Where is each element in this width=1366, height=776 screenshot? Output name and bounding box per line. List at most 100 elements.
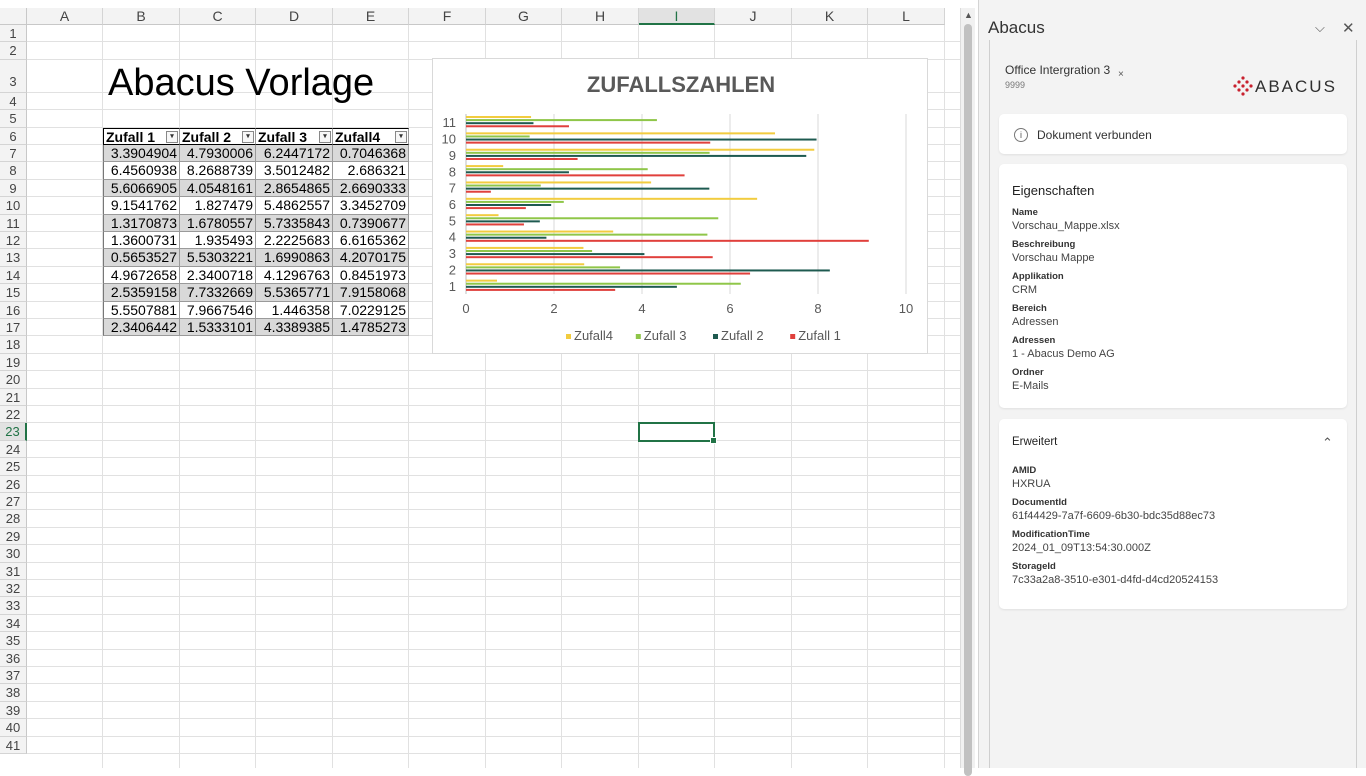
table-header-cell[interactable]: Zufall 1 ▾ — [103, 127, 180, 145]
row-header-27[interactable]: 27 — [0, 493, 27, 511]
table-cell[interactable]: 1.5333101 — [180, 319, 256, 337]
row-header-33[interactable]: 33 — [0, 597, 27, 615]
row-header-13[interactable]: 13 — [0, 249, 27, 267]
column-header-D[interactable]: D — [256, 8, 333, 25]
row-header-24[interactable]: 24 — [0, 440, 27, 459]
table-cell[interactable]: 1.3600731 — [103, 232, 180, 250]
selected-cell[interactable] — [638, 422, 717, 445]
table-cell[interactable]: 3.5012482 — [256, 162, 333, 180]
row-header-21[interactable]: 21 — [0, 388, 27, 406]
row-header-39[interactable]: 39 — [0, 701, 27, 720]
row-header-37[interactable]: 37 — [0, 667, 27, 685]
row-header-29[interactable]: 29 — [0, 527, 27, 546]
table-cell[interactable]: 6.6165362 — [333, 232, 409, 250]
table-cell[interactable]: 4.1296763 — [256, 266, 333, 285]
bar-chart[interactable]: ZUFALLSZAHLEN 0 2 4 6 8 10 1 2 3 4 5 6 7 8 9 10 11 Zufall4… — [432, 58, 928, 354]
scroll-thumb[interactable] — [964, 24, 972, 776]
spreadsheet-grid[interactable]: ABCDEFGHIJKL 1 2 3 4 5 6 7 8 9 10 11 12 13 14 15 16 17 18… — [0, 0, 960, 768]
table-cell[interactable]: 4.7930006 — [180, 145, 256, 163]
row-header-22[interactable]: 22 — [0, 406, 27, 424]
table-cell[interactable]: 3.3452709 — [333, 197, 409, 215]
row-header-31[interactable]: 31 — [0, 562, 27, 580]
table-cell[interactable]: 8.2688739 — [180, 162, 256, 180]
table-cell[interactable]: 1.6990863 — [256, 249, 333, 267]
column-header-I[interactable]: I — [639, 8, 715, 25]
column-header-F[interactable]: F — [409, 8, 486, 25]
table-cell[interactable]: 2.6690333 — [333, 179, 409, 198]
sheet-title[interactable]: Abacus Vorlage — [108, 62, 374, 105]
row-header-3[interactable]: 3 — [0, 59, 27, 93]
table-cell[interactable]: 4.0548161 — [180, 179, 256, 198]
table-cell[interactable]: 7.9667546 — [180, 301, 256, 319]
filter-dropdown-icon[interactable]: ▾ — [319, 130, 331, 143]
table-cell[interactable]: 6.2447172 — [256, 145, 333, 163]
close-icon[interactable]: ✕ — [1342, 19, 1355, 37]
scroll-up-icon[interactable]: ▲ — [964, 10, 973, 20]
row-header-23[interactable]: 23 — [0, 423, 27, 441]
column-header-A[interactable]: A — [27, 8, 103, 25]
row-header-14[interactable]: 14 — [0, 266, 27, 285]
table-cell[interactable]: 7.7332669 — [180, 284, 256, 302]
row-header-15[interactable]: 15 — [0, 284, 27, 302]
row-header-5[interactable]: 5 — [0, 110, 27, 128]
row-header-16[interactable]: 16 — [0, 301, 27, 319]
row-header-38[interactable]: 38 — [0, 684, 27, 702]
row-header-19[interactable]: 19 — [0, 353, 27, 372]
table-cell[interactable]: 2.5359158 — [103, 284, 180, 302]
chevron-down-icon[interactable]: ⌵ — [1315, 20, 1325, 36]
filter-dropdown-icon[interactable]: ▾ — [166, 130, 178, 143]
table-cell[interactable]: 4.3389385 — [256, 319, 333, 337]
table-cell[interactable]: 1.935493 — [180, 232, 256, 250]
table-cell[interactable]: 1.3170873 — [103, 214, 180, 232]
column-header-J[interactable]: J — [715, 8, 792, 25]
row-header-41[interactable]: 41 — [0, 736, 27, 754]
column-header-L[interactable]: L — [868, 8, 945, 25]
row-header-36[interactable]: 36 — [0, 649, 27, 667]
table-cell[interactable]: 2.3406442 — [103, 319, 180, 337]
table-cell[interactable]: 0.7390677 — [333, 214, 409, 232]
table-cell[interactable]: 5.5507881 — [103, 301, 180, 319]
table-cell[interactable]: 5.5303221 — [180, 249, 256, 267]
table-cell[interactable]: 6.4560938 — [103, 162, 180, 180]
row-header-20[interactable]: 20 — [0, 371, 27, 389]
row-header-18[interactable]: 18 — [0, 336, 27, 354]
column-header-K[interactable]: K — [792, 8, 868, 25]
table-cell[interactable]: 7.0229125 — [333, 301, 409, 319]
table-header-cell[interactable]: Zufall 2 ▾ — [180, 127, 256, 145]
row-header-17[interactable]: 17 — [0, 319, 27, 337]
row-header-10[interactable]: 10 — [0, 197, 27, 215]
row-header-12[interactable]: 12 — [0, 232, 27, 250]
row-header-34[interactable]: 34 — [0, 614, 27, 633]
row-header-6[interactable]: 6 — [0, 127, 27, 145]
table-cell[interactable]: 0.8451973 — [333, 266, 409, 285]
row-header-25[interactable]: 25 — [0, 458, 27, 476]
table-cell[interactable]: 0.7046368 — [333, 145, 409, 163]
table-header-cell[interactable]: Zufall 3 ▾ — [256, 127, 333, 145]
table-cell[interactable]: 4.2070175 — [333, 249, 409, 267]
document-close-button[interactable]: × — [1118, 69, 1124, 80]
row-header-32[interactable]: 32 — [0, 580, 27, 598]
table-cell[interactable]: 4.9672658 — [103, 266, 180, 285]
column-header-C[interactable]: C — [180, 8, 256, 25]
row-header-1[interactable]: 1 — [0, 25, 27, 43]
table-cell[interactable]: 2.8654865 — [256, 179, 333, 198]
table-cell[interactable]: 5.5365771 — [256, 284, 333, 302]
filter-dropdown-icon[interactable]: ▾ — [395, 130, 407, 143]
table-cell[interactable]: 0.5653527 — [103, 249, 180, 267]
table-header-cell[interactable]: Zufall4 ▾ — [333, 127, 409, 145]
table-cell[interactable]: 9.1541762 — [103, 197, 180, 215]
table-cell[interactable]: 5.7335843 — [256, 214, 333, 232]
chevron-up-icon[interactable]: ⌃ — [1322, 435, 1333, 451]
row-header-40[interactable]: 40 — [0, 719, 27, 737]
row-header-28[interactable]: 28 — [0, 510, 27, 528]
row-header-2[interactable]: 2 — [0, 42, 27, 60]
row-header-11[interactable]: 11 — [0, 214, 27, 232]
filter-dropdown-icon[interactable]: ▾ — [242, 130, 254, 143]
vertical-scrollbar[interactable]: ▲ — [960, 8, 975, 776]
row-header-7[interactable]: 7 — [0, 145, 27, 163]
table-cell[interactable]: 5.4862557 — [256, 197, 333, 215]
column-header-H[interactable]: H — [562, 8, 639, 25]
select-all-corner[interactable] — [0, 8, 27, 25]
table-cell[interactable]: 2.686321 — [333, 162, 409, 180]
row-header-35[interactable]: 35 — [0, 632, 27, 650]
